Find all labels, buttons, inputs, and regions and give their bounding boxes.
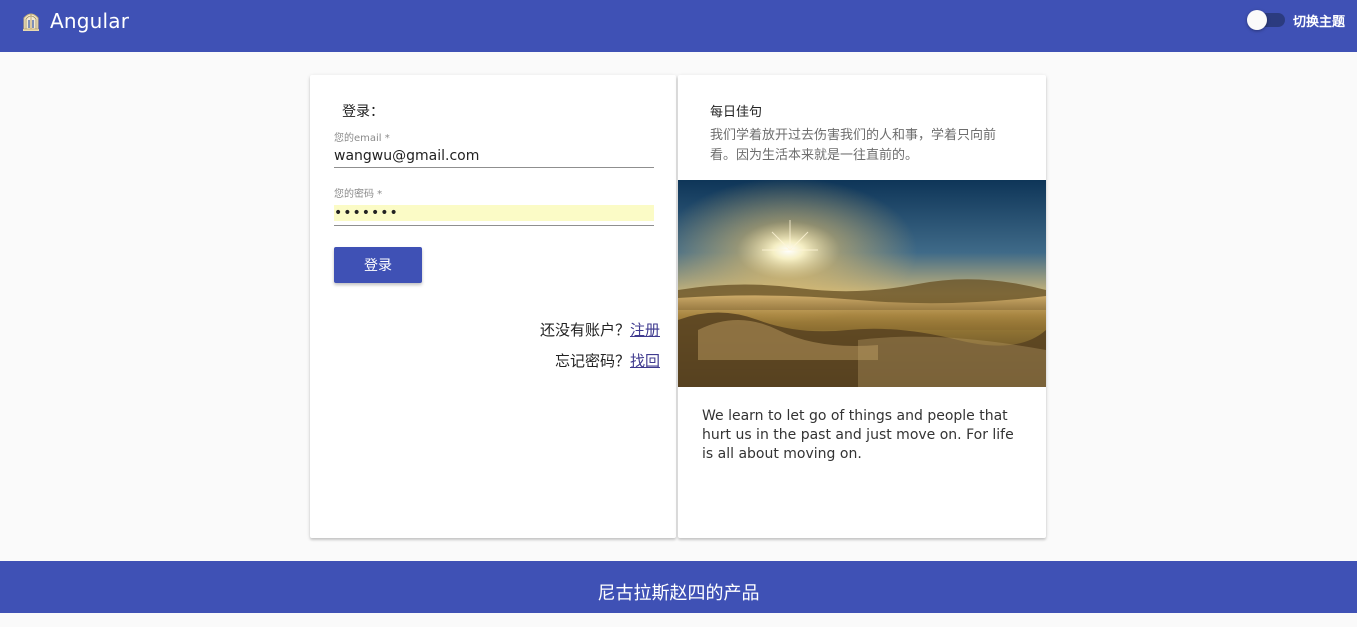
password-label: 您的密码 * <box>334 189 383 200</box>
theme-toggle[interactable]: 切换主题 <box>1246 10 1345 30</box>
password-input[interactable] <box>334 205 654 226</box>
email-input[interactable] <box>334 145 654 168</box>
forgot-row: 忘记密码？找回 <box>555 350 660 371</box>
toggle-switch[interactable] <box>1246 10 1285 30</box>
login-card: 登录： 您的email * 您的密码 * 登录 还没有账户？注册 忘记密码？找回 <box>310 75 676 538</box>
sunrise-image <box>678 180 1046 387</box>
theme-toggle-label: 切换主题 <box>1292 14 1345 30</box>
login-button[interactable]: 登录 <box>334 247 422 283</box>
brand[interactable]: Angular <box>20 9 129 33</box>
angular-building-icon <box>20 10 42 32</box>
quote-english-text: We learn to let go of things and people … <box>702 408 1014 462</box>
email-label: 您的email * <box>334 133 390 144</box>
login-title: 登录： <box>342 104 384 120</box>
quote-card: 每日佳句 我们学着放开过去伤害我们的人和事，学着只向前看。因为生活本来就是一往直… <box>678 75 1046 538</box>
quote-title: 每日佳句 <box>710 105 763 120</box>
register-link[interactable]: 注册 <box>630 321 660 339</box>
top-toolbar: Angular 切换主题 <box>0 0 1357 52</box>
toggle-thumb[interactable] <box>1246 10 1267 30</box>
recover-link[interactable]: 找回 <box>630 352 660 370</box>
forgot-password-text: 忘记密码？ <box>554 352 630 370</box>
quote-chinese-text: 我们学着放开过去伤害我们的人和事，学着只向前看。因为生活本来就是一往直前的。 <box>710 128 997 163</box>
no-account-text: 还没有账户？ <box>539 321 630 339</box>
password-field: 您的密码 * <box>334 189 654 226</box>
footer: 尼古拉斯赵四的产品 <box>0 561 1357 613</box>
register-row: 还没有账户？注册 <box>540 319 660 340</box>
footer-text: 尼古拉斯赵四的产品 <box>597 583 760 604</box>
app-title: Angular <box>50 9 130 33</box>
email-field: 您的email * <box>334 133 654 168</box>
